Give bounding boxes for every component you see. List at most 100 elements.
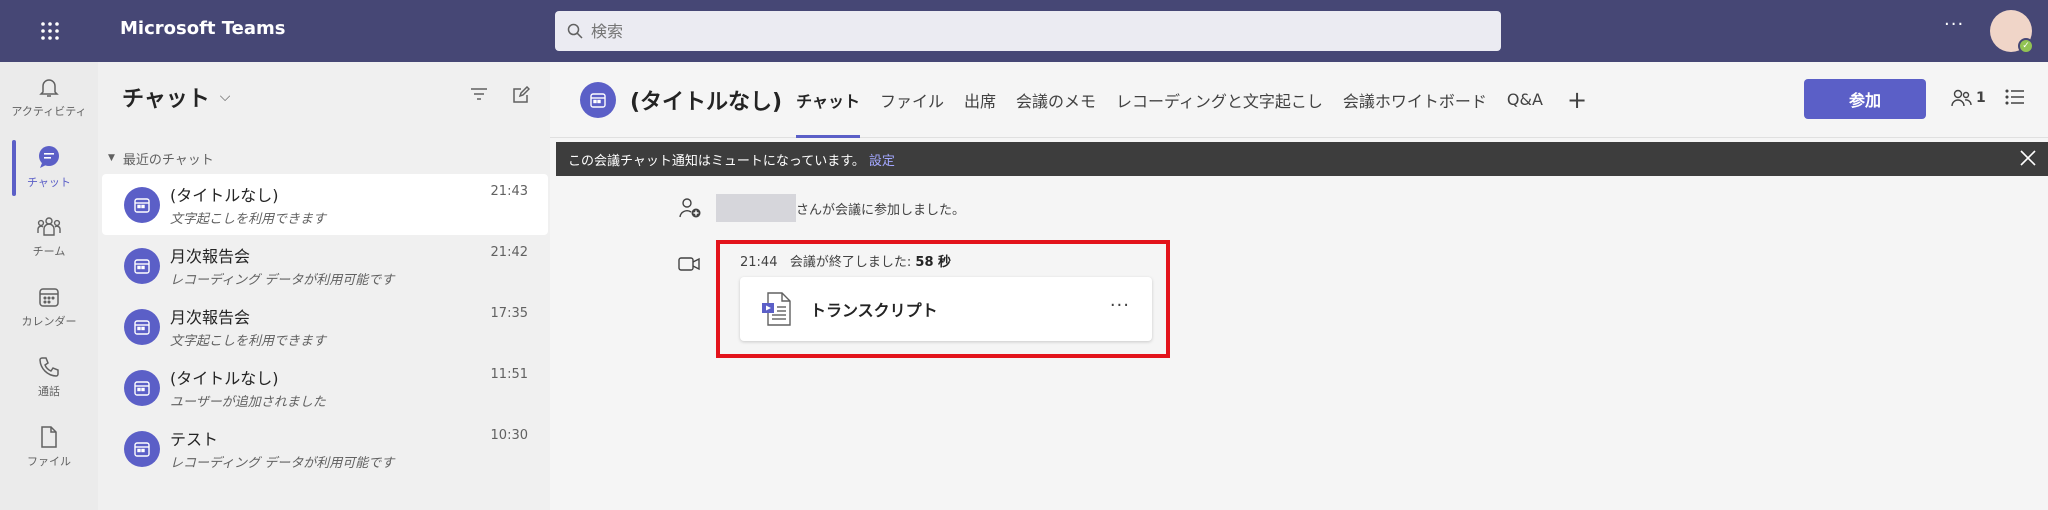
rail-item-activity[interactable]: アクティビティ (0, 62, 98, 132)
meeting-avatar (124, 186, 160, 223)
calendar-icon (134, 197, 150, 213)
chat-title: (タイトルなし) (630, 89, 783, 115)
meeting-avatar (124, 369, 160, 406)
tab-chat[interactable]: チャット (796, 62, 860, 138)
chat-preview: ユーザーが追加されました (170, 395, 326, 410)
details-list-icon[interactable] (2005, 88, 2025, 106)
rail-label: アクティビティ (11, 105, 87, 118)
tab-recordings-transcripts[interactable]: レコーディングと文字起こし (1116, 62, 1323, 138)
redacted-name (716, 194, 796, 222)
chat-list-pane: チャット ⌵ ▼ 最近のチャット (タイトルなし) 文字起こしを利用できます 21… (98, 62, 550, 510)
new-chat-icon[interactable] (512, 86, 530, 104)
tab-whiteboard[interactable]: 会議ホワイトボード (1343, 62, 1487, 138)
people-icon (1951, 89, 1972, 107)
chat-time: 21:43 (490, 184, 528, 199)
meeting-avatar (124, 308, 160, 345)
user-avatar[interactable]: ✓ (1990, 10, 2034, 54)
chat-list-item[interactable]: (タイトルなし) 文字起こしを利用できます 21:43 (102, 174, 548, 235)
rail-item-chat[interactable]: チャット (0, 132, 98, 202)
more-options-icon[interactable]: ··· (1110, 295, 1130, 316)
search-input[interactable] (591, 21, 1491, 41)
chat-name: テスト (170, 430, 219, 449)
chat-preview: レコーディング データが利用可能です (170, 273, 395, 288)
chat-time: 17:35 (490, 306, 528, 321)
collapse-triangle-icon: ▼ (108, 153, 115, 163)
chat-icon (39, 146, 59, 168)
phone-icon (39, 357, 59, 377)
app-title: Microsoft Teams (120, 18, 286, 39)
chat-list-item[interactable]: 月次報告会レコーディング データが利用可能です 21:42 (102, 235, 548, 296)
search-icon (567, 23, 583, 39)
join-event: さんが会議に参加しました。 (678, 194, 965, 222)
chat-list-tools (470, 86, 530, 104)
join-button[interactable]: 参加 (1804, 79, 1926, 119)
chat-time: 11:51 (490, 367, 528, 382)
rail-label: チャット (27, 176, 71, 189)
chat-time: 21:42 (490, 245, 528, 260)
rail-item-teams[interactable]: チーム (0, 202, 98, 272)
rail-item-files[interactable]: ファイル (0, 412, 98, 482)
transcript-label: トランスクリプト (810, 301, 938, 320)
rail-label: 通話 (38, 385, 60, 398)
chat-list-item[interactable]: テストレコーディング データが利用可能です 10:30 (102, 418, 548, 479)
meeting-time: 21:44 (740, 255, 778, 270)
meeting-avatar (580, 81, 616, 118)
chat-preview: レコーディング データが利用可能です (170, 456, 395, 471)
rail-item-calendar[interactable]: カレンダー (0, 272, 98, 342)
teams-icon (37, 217, 61, 236)
top-bar: Microsoft Teams ··· ✓ (0, 0, 2048, 62)
video-camera-icon (678, 257, 700, 271)
meeting-avatar (124, 430, 160, 467)
transcript-card[interactable]: トランスクリプト ··· (740, 277, 1152, 341)
tab-qa[interactable]: Q&A (1507, 62, 1543, 138)
participant-count: 1 (1976, 90, 1986, 106)
chat-name: 月次報告会 (170, 247, 251, 266)
bell-icon (39, 79, 59, 97)
calendar-icon (39, 288, 59, 307)
meeting-ended-info: 21:44 会議が終了しました: 58 秒 (740, 251, 951, 270)
chat-name: (タイトルなし) (170, 186, 279, 205)
mute-notification-banner: この会議チャット通知はミュートになっています。 設定 (556, 142, 2048, 176)
file-icon (41, 426, 57, 448)
rail-label: チーム (32, 245, 66, 258)
rail-label: カレンダー (21, 315, 77, 328)
chat-name: (タイトルなし) (170, 369, 279, 388)
banner-settings-link[interactable]: 設定 (869, 150, 895, 169)
app-rail: アクティビティ チャット チーム カレンダー 通話 ファイル (0, 62, 98, 510)
tab-attendance[interactable]: 出席 (964, 62, 996, 138)
recent-chats-section[interactable]: ▼ 最近のチャット (98, 142, 550, 174)
add-tab-icon[interactable]: + (1567, 86, 1587, 114)
chat-list-item[interactable]: (タイトルなし) ユーザーが追加されました 11:51 (102, 357, 548, 418)
chat-preview: 文字起こしを利用できます (170, 334, 327, 349)
chat-preview: 文字起こしを利用できます (170, 212, 327, 227)
section-label: 最近のチャット (122, 152, 214, 168)
banner-text: この会議チャット通知はミュートになっています。 (568, 153, 865, 169)
more-options-icon[interactable]: ··· (1944, 14, 1964, 35)
chevron-down-icon[interactable]: ⌵ (220, 89, 231, 105)
tab-meeting-notes[interactable]: 会議のメモ (1016, 62, 1096, 138)
calendar-icon (590, 92, 606, 108)
chat-name: 月次報告会 (170, 308, 251, 327)
participants-button[interactable]: 1 (1950, 88, 1986, 108)
joined-text: さんが会議に参加しました。 (796, 202, 966, 218)
chat-main-pane: (タイトルなし) チャット ファイル 出席 会議のメモ レコーディングと文字起こ… (550, 62, 2048, 510)
chat-time: 10:30 (490, 428, 528, 443)
meeting-duration: 58 秒 (915, 255, 952, 270)
status-available-icon: ✓ (2018, 38, 2034, 54)
chat-list-title: チャット (122, 87, 210, 112)
transcript-file-icon (762, 292, 791, 326)
calendar-icon (134, 380, 150, 396)
search-bar[interactable] (555, 11, 1501, 51)
chat-list-item[interactable]: 月次報告会文字起こしを利用できます 17:35 (102, 296, 548, 357)
meeting-avatar (124, 247, 160, 284)
rail-item-calls[interactable]: 通話 (0, 342, 98, 412)
filter-icon[interactable] (470, 86, 488, 102)
calendar-icon (134, 441, 150, 457)
calendar-icon (134, 319, 150, 335)
calendar-icon (134, 258, 150, 274)
tab-files[interactable]: ファイル (880, 62, 944, 138)
rail-label: ファイル (27, 455, 71, 468)
app-launcher-icon[interactable] (0, 0, 100, 62)
close-icon[interactable] (2018, 148, 2038, 168)
chat-header: (タイトルなし) チャット ファイル 出席 会議のメモ レコーディングと文字起こ… (550, 62, 2048, 138)
